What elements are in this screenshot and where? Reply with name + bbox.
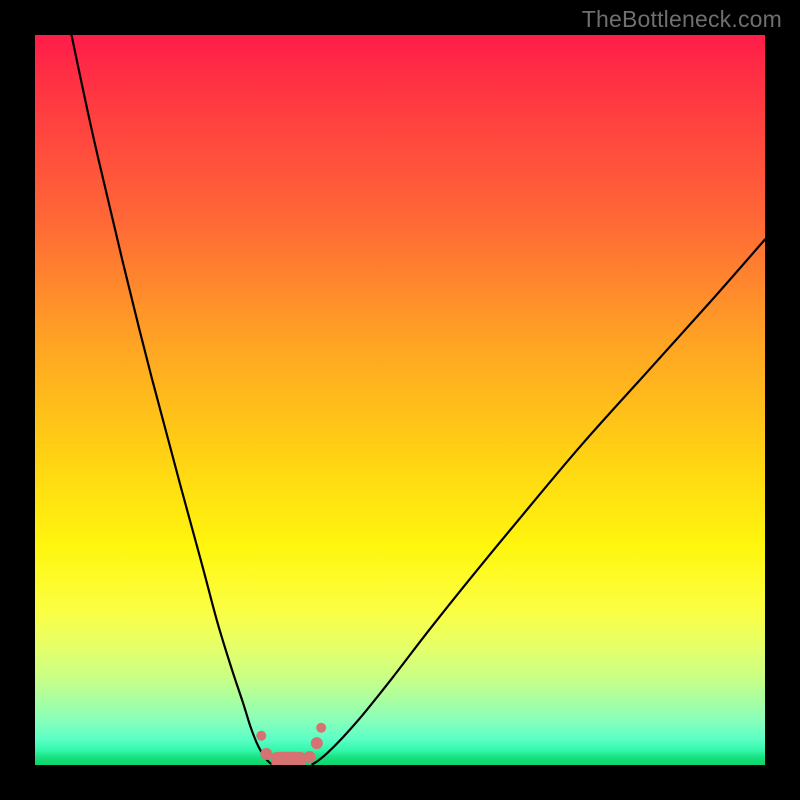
right-branch-path: [312, 239, 765, 764]
dip-marker: [316, 723, 326, 733]
dip-marker: [256, 731, 266, 741]
marker-group: [256, 723, 326, 765]
plot-area: [35, 35, 765, 765]
dip-marker: [303, 751, 315, 763]
watermark-text: TheBottleneck.com: [582, 6, 782, 33]
curve-group: [72, 35, 766, 764]
dip-marker: [260, 748, 272, 760]
dip-marker: [311, 737, 323, 749]
chart-stage: TheBottleneck.com: [0, 0, 800, 800]
curve-svg: [35, 35, 765, 765]
left-branch-path: [72, 35, 273, 764]
